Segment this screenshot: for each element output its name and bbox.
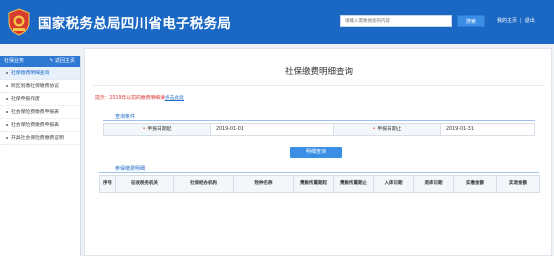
sidebar: 社保业务 ↰ 返回主页 社保缴费明细查询 跨区划缴社保缴费协议 社保申报作废 社… xyxy=(0,56,81,256)
column-header: 费款所属期止 xyxy=(333,175,374,193)
bullet-icon xyxy=(6,123,8,126)
required-mark: • xyxy=(142,127,146,132)
notice-message: 提示：2019年以前的缴费明细请 xyxy=(95,96,165,101)
result-section-divider xyxy=(99,172,539,173)
sidebar-title: 社保业务 xyxy=(4,58,25,64)
bullet-icon xyxy=(6,110,8,113)
start-date-input[interactable]: 2019-01-01 xyxy=(211,124,334,135)
query-section-divider xyxy=(103,120,535,121)
sidebar-item-payment-certificate[interactable]: 开具社会保险费缴费证明 xyxy=(0,132,80,145)
column-header: 社保经办机构 xyxy=(173,175,234,193)
logout-link[interactable]: 退出 xyxy=(525,18,535,24)
column-header: 实缴金额 xyxy=(453,175,497,193)
sidebar-item-label: 社保申报作废 xyxy=(11,97,40,102)
sidebar-item-label: 社保缴费明细查询 xyxy=(11,71,50,76)
table-header-row: 序号 征收税务机关 社保经办机构 险种名称 费款所属期起 费款所属期止 入库日期… xyxy=(99,175,540,193)
search-input[interactable] xyxy=(340,15,452,27)
bullet-icon xyxy=(6,97,8,100)
end-date-label-text: 申报日期止 xyxy=(377,127,402,132)
result-section-label: 参保缴费明细 xyxy=(115,166,146,172)
column-header: 退库日期 xyxy=(413,175,454,193)
bullet-icon xyxy=(6,84,8,87)
result-table: 序号 征收税务机关 社保经办机构 险种名称 费款所属期起 费款所属期止 入库日期… xyxy=(99,175,540,193)
bullet-icon xyxy=(6,136,8,139)
page-title: 社保缴费明细查询 xyxy=(284,67,353,77)
title-divider xyxy=(93,85,545,86)
detail-query-button[interactable]: 明细查询 xyxy=(290,147,342,158)
sidebar-item-cross-region-agreement[interactable]: 跨区划缴社保缴费协议 xyxy=(0,80,80,93)
sidebar-item-label: 社会保险费缴费申报表 xyxy=(11,110,59,115)
column-header: 序号 xyxy=(99,175,116,193)
sidebar-header: 社保业务 ↰ 返回主页 xyxy=(0,56,80,67)
back-home-link[interactable]: ↰ 返回主页 xyxy=(49,56,75,67)
sidebar-item-fee-declaration[interactable]: 社会保险费缴费申报表 xyxy=(0,106,80,119)
sidebar-item-label: 跨区划缴社保缴费协议 xyxy=(11,84,59,89)
query-conditions: • 申报日期起 2019-01-01 • 申报日期止 2019-01-31 xyxy=(103,123,535,136)
search-button[interactable]: 搜索 xyxy=(457,15,485,27)
top-header: 国家税务总局四川省电子税务局 搜索 我的主页|退出 xyxy=(0,0,554,44)
tax-emblem-icon xyxy=(8,8,30,36)
column-header: 费款所属期起 xyxy=(293,175,334,193)
sidebar-item-label: 社会保险费缴费申报表 xyxy=(11,123,59,128)
back-home-label: 返回主页 xyxy=(54,58,75,64)
column-header: 征收税务机关 xyxy=(115,175,174,193)
end-date-input[interactable]: 2019-01-31 xyxy=(441,124,534,135)
required-mark: • xyxy=(372,127,376,132)
site-title: 国家税务总局四川省电子税务局 xyxy=(38,16,232,32)
column-header: 入库日期 xyxy=(373,175,414,193)
sidebar-item-label: 开具社会保险费缴费证明 xyxy=(11,136,64,141)
notice-link[interactable]: 点击此处 xyxy=(165,96,184,101)
top-links: 我的主页 | 退出 xyxy=(497,17,535,24)
sidebar-item-payment-detail[interactable]: 社保缴费明细查询 xyxy=(0,67,80,80)
query-section-label: 查询条件 xyxy=(115,114,136,120)
main-panel: 社保缴费明细查询 提示：2019年以前的缴费明细请点击此处 查询条件 • 申报日期… xyxy=(84,48,552,256)
link-separator: | xyxy=(520,18,522,24)
sidebar-item-declaration-void[interactable]: 社保申报作废 xyxy=(0,93,80,106)
start-date-label-text: 申报日期起 xyxy=(147,127,172,132)
bullet-icon xyxy=(6,71,8,74)
column-header: 实退金额 xyxy=(496,175,540,193)
sidebar-item-fee-declaration-2[interactable]: 社会保险费缴费申报表 xyxy=(0,119,80,132)
column-header: 险种名称 xyxy=(233,175,294,193)
my-homepage-link[interactable]: 我的主页 xyxy=(497,18,517,24)
end-date-label: • 申报日期止 xyxy=(334,124,441,135)
notice-text: 提示：2019年以前的缴费明细请点击此处 xyxy=(95,94,184,101)
start-date-label: • 申报日期起 xyxy=(104,124,211,135)
